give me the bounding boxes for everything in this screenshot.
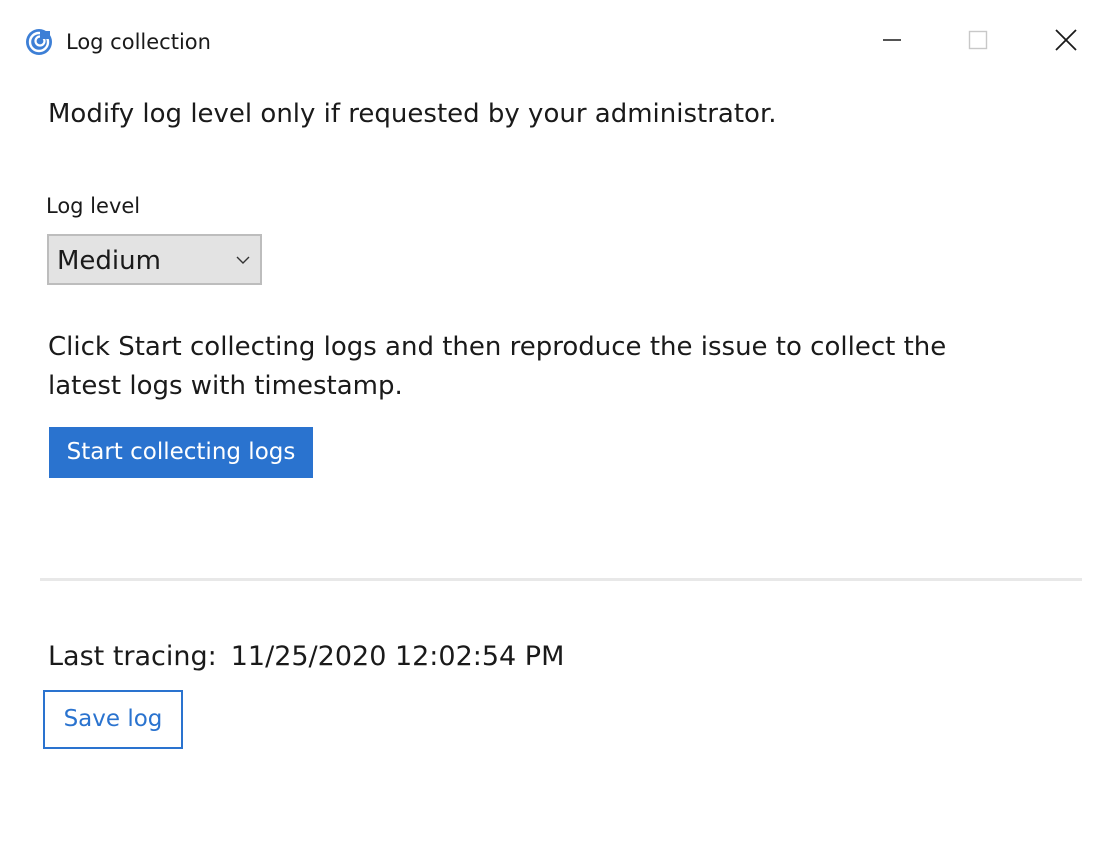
chevron-down-icon — [234, 251, 252, 269]
minimize-icon — [882, 30, 902, 54]
log-level-dropdown[interactable]: Medium — [47, 234, 262, 285]
instruction-text: Modify log level only if requested by yo… — [48, 99, 777, 129]
section-divider — [40, 578, 1082, 581]
instruction-paragraph: Click Start collecting logs and then rep… — [48, 332, 947, 401]
log-level-label: Log level — [46, 194, 141, 218]
save-log-button[interactable]: Save log — [43, 690, 183, 749]
minimize-button[interactable] — [869, 22, 915, 62]
last-tracing-label: Last tracing: — [48, 641, 217, 672]
log-collection-window: Log collection Modify log level only if … — [0, 0, 1101, 851]
start-collecting-logs-button[interactable]: Start collecting logs — [49, 427, 313, 478]
close-button[interactable] — [1043, 22, 1089, 62]
log-level-selected-value: Medium — [57, 246, 161, 276]
maximize-icon — [968, 30, 988, 54]
citrix-app-icon — [25, 28, 53, 56]
last-tracing-row: Last tracing: 11/25/2020 12:02:54 PM — [48, 639, 564, 675]
window-title: Log collection — [66, 30, 211, 54]
close-icon — [1055, 29, 1077, 55]
last-tracing-timestamp: 11/25/2020 12:02:54 PM — [230, 641, 565, 672]
maximize-button[interactable] — [955, 22, 1001, 62]
title-bar[interactable]: Log collection — [0, 0, 1101, 84]
